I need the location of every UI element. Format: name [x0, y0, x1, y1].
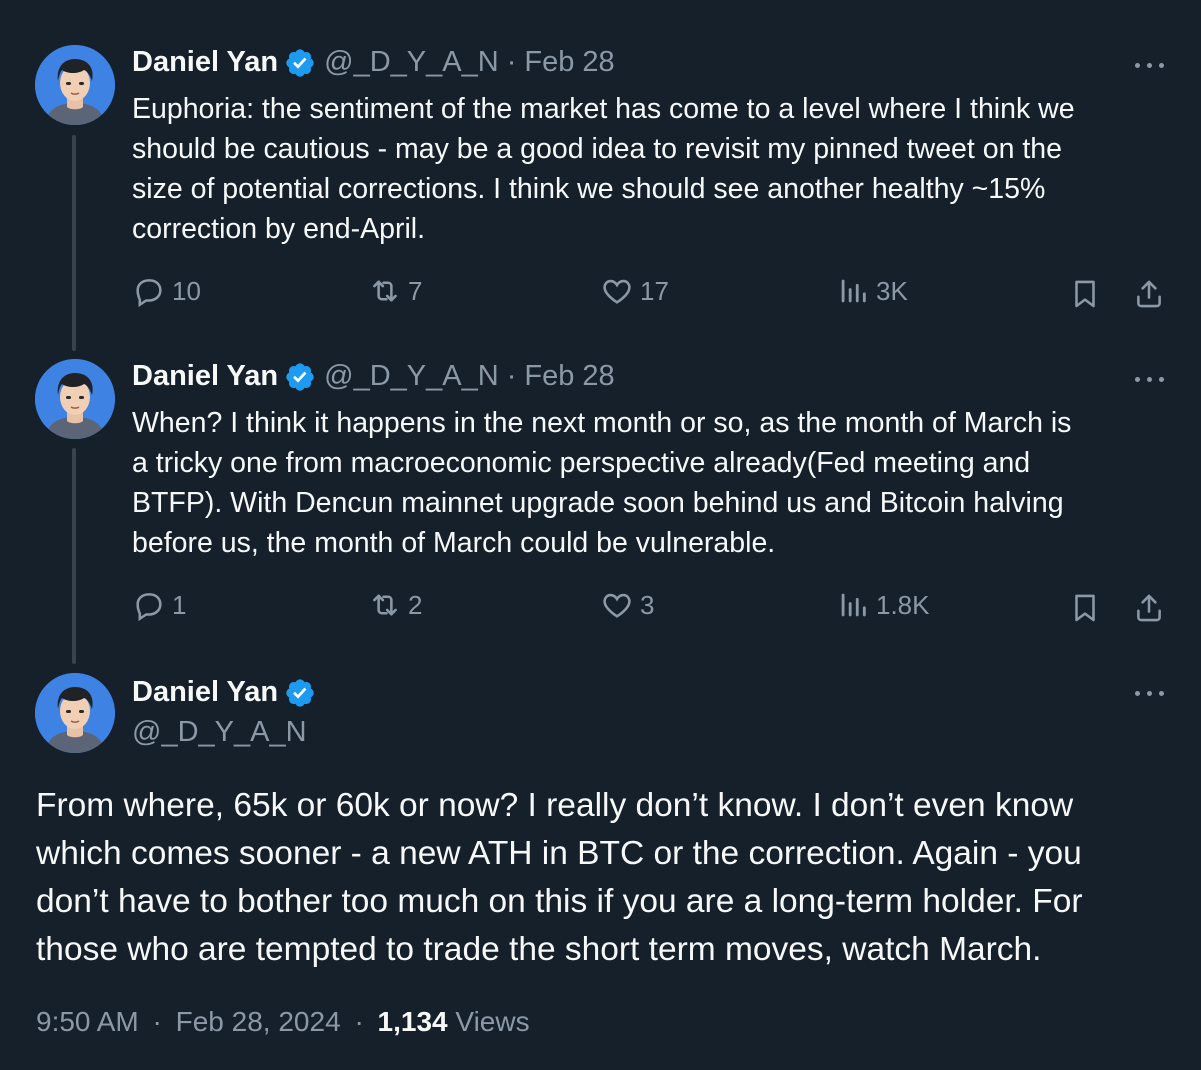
- separator-dot: ·: [506, 46, 517, 78]
- tweet-date[interactable]: Feb 28: [524, 46, 614, 79]
- bookmark-icon: [1068, 277, 1102, 311]
- reply-button[interactable]: 10: [132, 274, 201, 308]
- reply-icon: [132, 588, 166, 622]
- like-button[interactable]: 17: [600, 274, 669, 308]
- tweet-date[interactable]: Feb 28, 2024: [176, 1006, 341, 1037]
- share-button[interactable]: [1132, 277, 1166, 316]
- more-icon[interactable]: [1135, 374, 1165, 384]
- repost-icon: [368, 588, 402, 622]
- reply-button[interactable]: 1: [132, 588, 186, 622]
- like-button[interactable]: 3: [600, 588, 654, 622]
- separator-dot: ·: [152, 1006, 162, 1037]
- reply-count: 1: [172, 589, 187, 620]
- author-handle[interactable]: @_D_Y_A_N: [324, 46, 499, 79]
- views-count: 3K: [876, 275, 908, 306]
- author-handle[interactable]: @_D_Y_A_N: [132, 716, 307, 749]
- reply-icon: [132, 274, 166, 308]
- tweet-header: Daniel Yan: [132, 676, 324, 709]
- tweet-header: Daniel Yan @_D_Y_A_N · Feb 28: [132, 360, 615, 393]
- tweet-text: Euphoria: the sentiment of the market ha…: [132, 93, 1075, 245]
- author-name[interactable]: Daniel Yan: [132, 46, 278, 79]
- views-count: 1.8K: [876, 589, 930, 620]
- bookmark-icon: [1068, 591, 1102, 625]
- thread-line: [72, 135, 76, 351]
- verified-icon: [284, 361, 316, 393]
- action-bar: 10 7 17 3K: [132, 274, 1172, 314]
- avatar[interactable]: [35, 673, 115, 753]
- views-icon: [836, 274, 870, 308]
- repost-count: 2: [408, 589, 423, 620]
- views-button[interactable]: 1.8K: [836, 588, 930, 622]
- more-icon[interactable]: [1135, 688, 1165, 698]
- author-name[interactable]: Daniel Yan: [132, 676, 278, 709]
- tweet-text: When? I think it happens in the next mon…: [132, 407, 1072, 559]
- repost-button[interactable]: 2: [368, 588, 422, 622]
- avatar[interactable]: [35, 45, 115, 125]
- bookmark-button[interactable]: [1068, 277, 1102, 316]
- more-icon[interactable]: [1135, 60, 1165, 70]
- tweet-text: From where, 65k or 60k or now? I really …: [36, 787, 1083, 968]
- share-icon: [1132, 277, 1166, 311]
- tweet-date[interactable]: Feb 28: [524, 360, 614, 393]
- author-handle[interactable]: @_D_Y_A_N: [324, 360, 499, 393]
- thread-line: [72, 448, 76, 664]
- repost-icon: [368, 274, 402, 308]
- repost-count: 7: [408, 275, 423, 306]
- like-count: 3: [640, 589, 655, 620]
- tweet-header: Daniel Yan @_D_Y_A_N · Feb 28: [132, 46, 615, 79]
- tweet-meta: 9:50 AM · Feb 28, 2024 · 1,134 Views: [36, 1006, 530, 1038]
- like-icon: [600, 274, 634, 308]
- like-icon: [600, 588, 634, 622]
- views-button[interactable]: 3K: [836, 274, 908, 308]
- action-bar: 1 2 3 1.8K: [132, 588, 1172, 628]
- views-count: 1,134: [377, 1006, 448, 1037]
- repost-button[interactable]: 7: [368, 274, 422, 308]
- views-icon: [836, 588, 870, 622]
- reply-count: 10: [172, 275, 201, 306]
- views-label: Views: [455, 1006, 530, 1037]
- bookmark-button[interactable]: [1068, 591, 1102, 630]
- separator-dot: ·: [354, 1006, 364, 1037]
- verified-icon: [284, 47, 316, 79]
- like-count: 17: [640, 275, 669, 306]
- author-name[interactable]: Daniel Yan: [132, 360, 278, 393]
- avatar[interactable]: [35, 359, 115, 439]
- separator-dot: ·: [506, 360, 517, 392]
- tweet-time[interactable]: 9:50 AM: [36, 1006, 139, 1037]
- verified-icon: [284, 677, 316, 709]
- share-button[interactable]: [1132, 591, 1166, 630]
- share-icon: [1132, 591, 1166, 625]
